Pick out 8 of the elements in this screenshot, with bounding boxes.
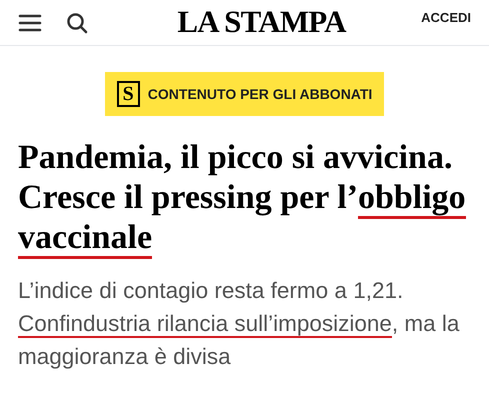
article-summary: L’indice di contagio resta fermo a 1,21. Confindustria rilancia sull’imposizione, ma la maggioranza è divisa — [18, 277, 460, 371]
badge-label: CONTENUTO PER GLI ABBONATI — [148, 84, 372, 104]
logo-icon: S — [116, 81, 140, 107]
search-icon[interactable] — [66, 12, 88, 34]
login-link[interactable]: ACCEDI — [421, 8, 471, 28]
logo[interactable]: LA STAMPA — [177, 0, 346, 46]
menu-icon[interactable] — [18, 12, 42, 32]
headline: Pandemia, il picco si avvicina. Cresce il pressing per l’obbligo vaccinale — [18, 138, 471, 258]
